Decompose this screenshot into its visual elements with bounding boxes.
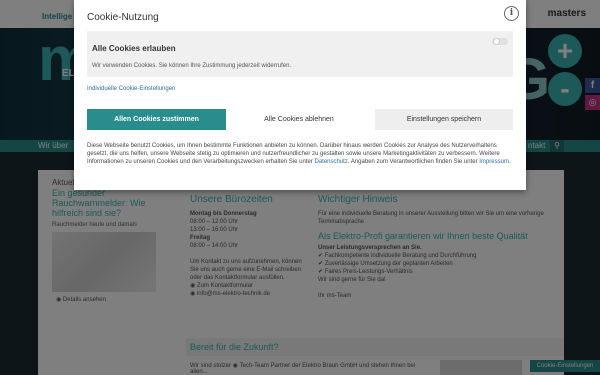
save-settings-button[interactable]: Einstellungen speichern (375, 109, 513, 130)
individual-settings-link[interactable]: Individuelle Cookie-Einstellungen (87, 86, 175, 92)
all-cookies-text: Wir verwenden Cookies. Sie können Ihre Z… (92, 63, 292, 69)
toggle-knob (493, 38, 500, 45)
all-cookies-panel: Alle Cookies erlauben Wir verwenden Cook… (87, 31, 513, 77)
all-cookies-toggle[interactable] (492, 38, 508, 45)
info-icon[interactable]: i (504, 6, 519, 21)
reject-all-button[interactable]: Alle Cookies ablehnen (228, 109, 370, 130)
imprint-link[interactable]: Impressum (479, 159, 509, 165)
all-cookies-title: Alle Cookies erlauben (92, 44, 176, 53)
description-text: . (508, 158, 511, 165)
dialog-title: Cookie-Nutzung (87, 12, 159, 23)
cookie-consent-dialog: Cookie-Nutzung i Alle Cookies erlauben W… (74, 0, 526, 190)
description-text: . Angaben zum Verantwortlichen finden Si… (347, 158, 480, 165)
privacy-link[interactable]: Datenschutz (314, 159, 347, 165)
accept-all-button[interactable]: Allen Cookies zustimmen (87, 109, 226, 130)
cookie-description: Diese Webseite benutzt Cookies, um Ihnen… (87, 143, 514, 166)
